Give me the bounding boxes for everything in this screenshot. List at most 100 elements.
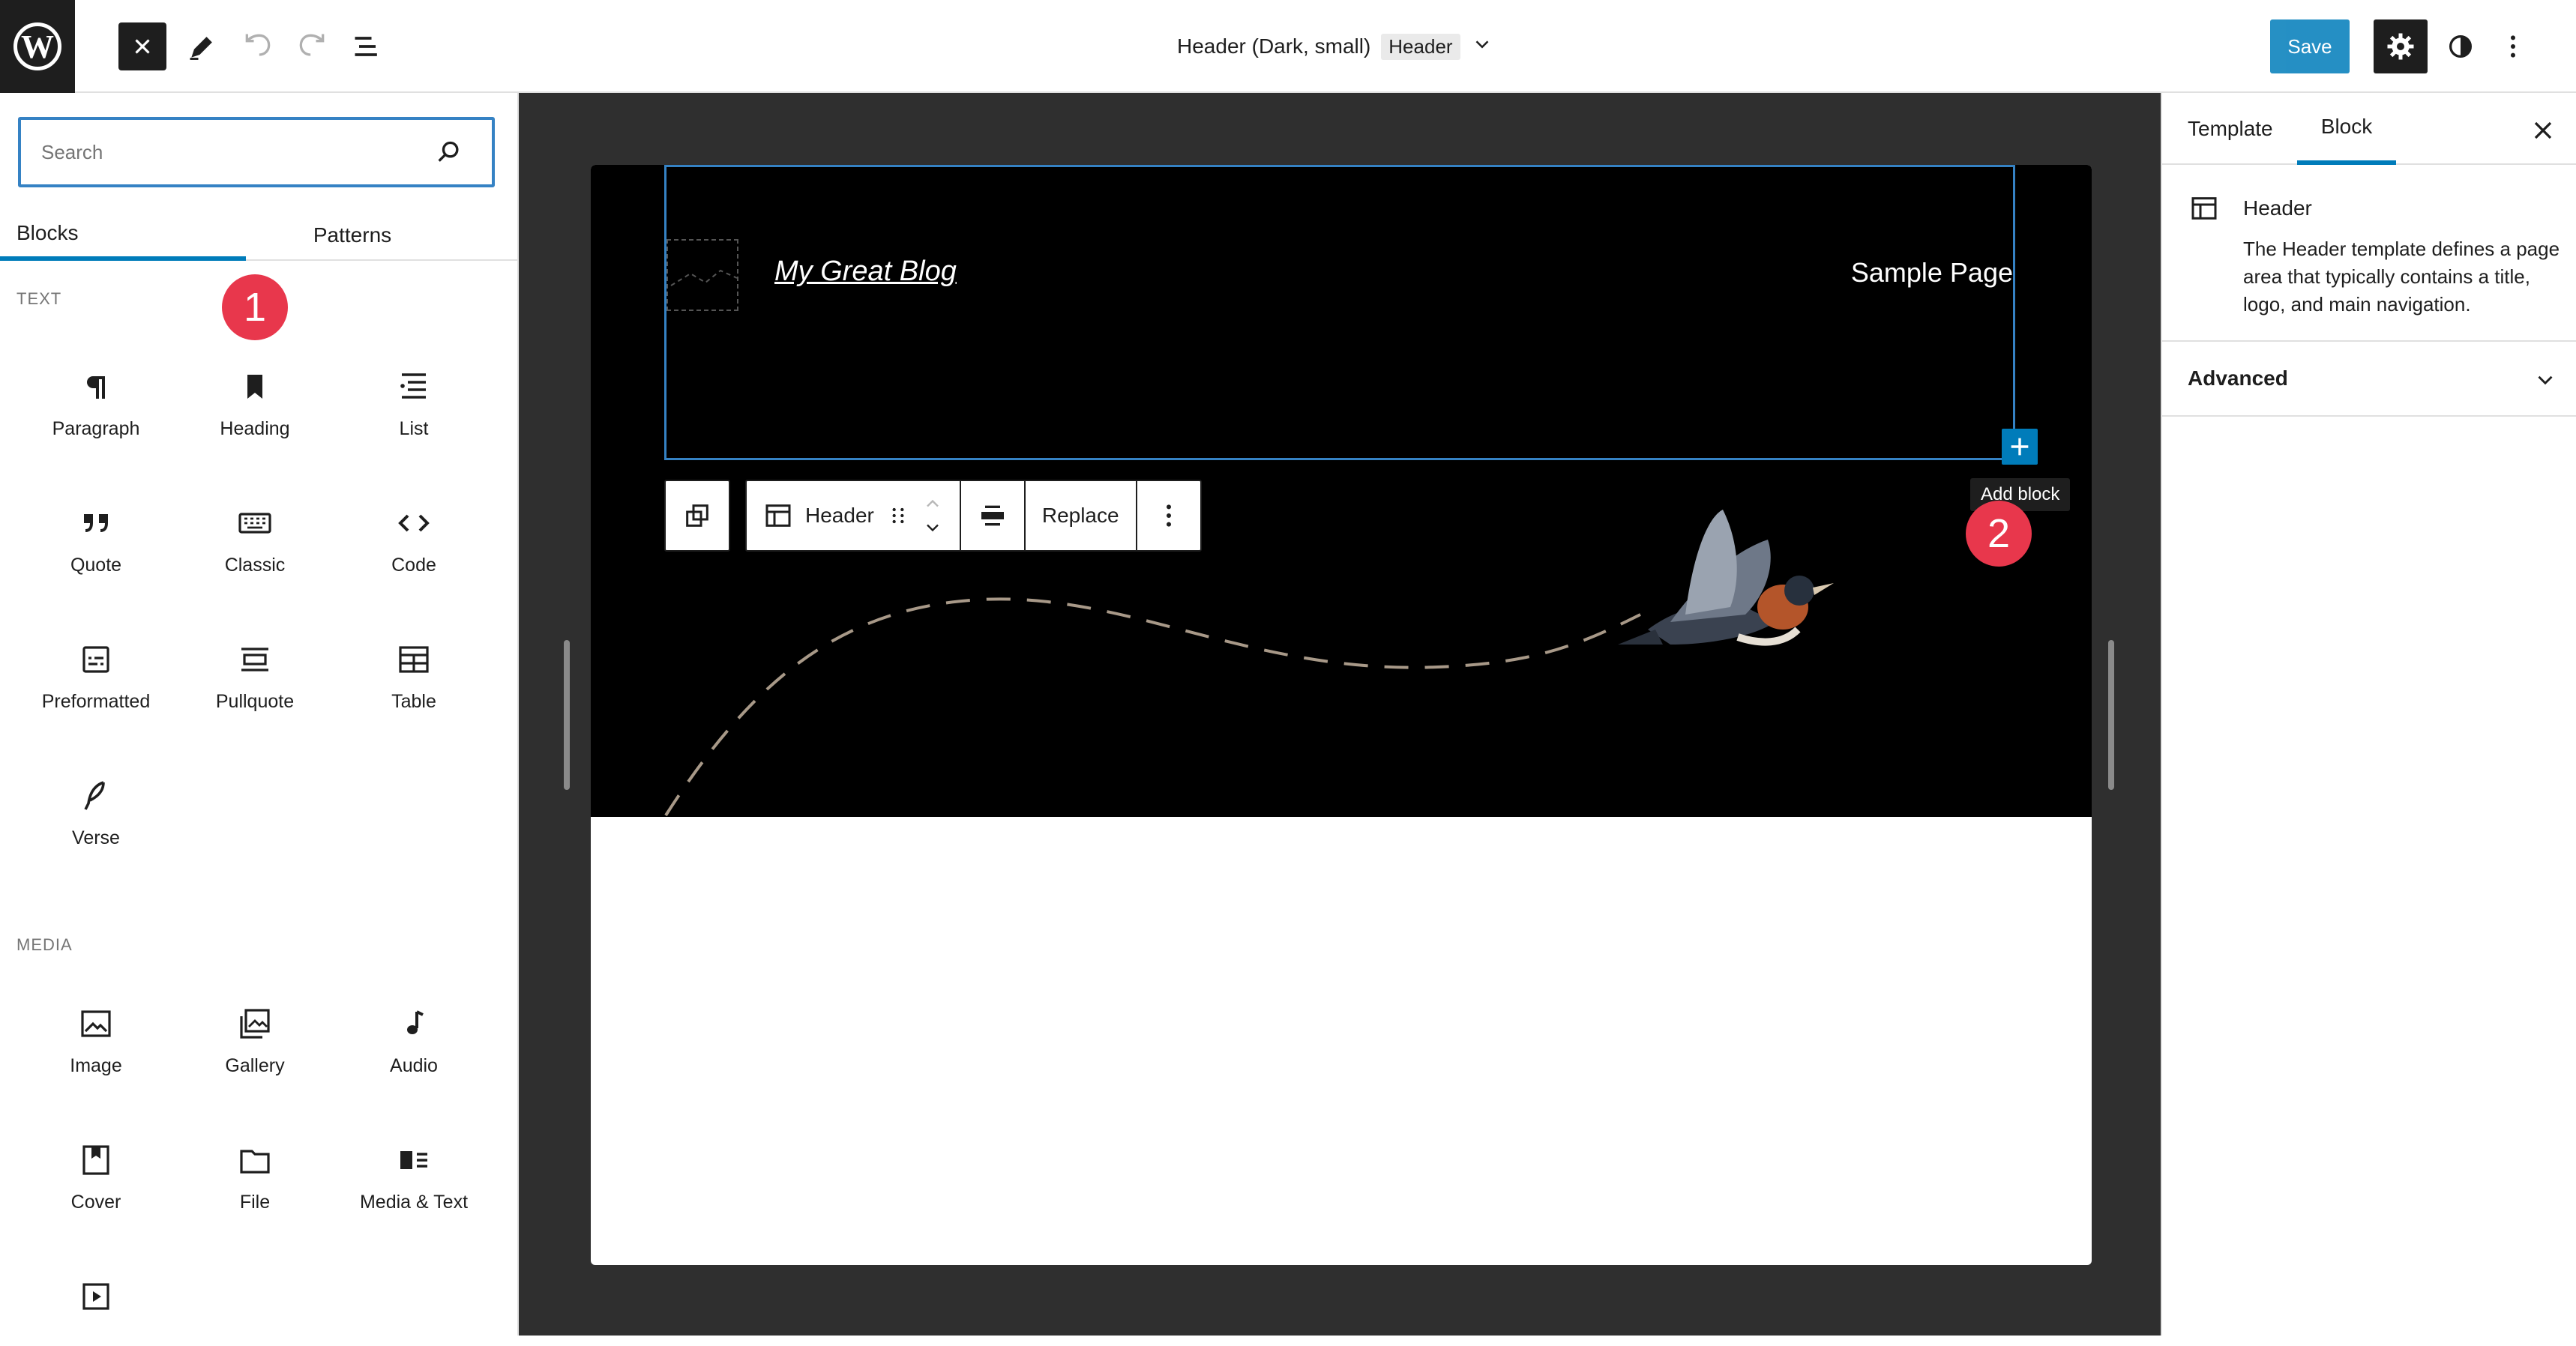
block-pullquote[interactable]: Pullquote [175,621,334,733]
block-label: Code [391,555,436,576]
cover-icon [78,1142,114,1178]
document-title-button[interactable]: Header (Dark, small) Header [1177,30,1493,63]
toolbar-group-block: Header Replace [745,480,1202,552]
block-card-description: The Header template defines a page area … [2243,235,2566,319]
add-block-button[interactable] [2002,429,2038,465]
block-paragraph[interactable]: Paragraph [16,348,175,460]
block-options-button[interactable] [1137,481,1200,550]
styles-button[interactable] [2437,22,2485,70]
select-parent-button[interactable] [666,481,729,550]
more-vertical-icon [2498,31,2528,61]
plus-icon [2007,434,2032,459]
search-field[interactable] [18,117,495,187]
align-full-icon [978,501,1008,531]
settings-tabs: Template Block [2162,93,2576,165]
list-icon [396,369,432,405]
table-icon [396,642,432,677]
block-file[interactable]: File [175,1121,334,1234]
block-label: Classic [225,555,286,576]
block-image[interactable]: Image [16,985,175,1097]
wordpress-logo-button[interactable]: W [0,0,75,93]
section-title-text: TEXT [16,289,61,309]
block-table[interactable]: Table [334,621,493,733]
redo-icon [295,30,328,63]
more-vertical-icon [1154,501,1184,531]
redo-button[interactable] [288,22,336,70]
paragraph-icon [78,369,114,405]
options-button[interactable] [2489,22,2537,70]
document-type-badge: Header [1381,34,1460,60]
close-inserter-button[interactable] [118,22,166,70]
block-media-text[interactable]: Media & Text [334,1121,493,1234]
tools-button[interactable] [178,22,226,70]
tab-template[interactable]: Template [2188,93,2273,165]
block-gallery[interactable]: Gallery [175,985,334,1097]
block-heading[interactable]: Heading [175,348,334,460]
block-label: Gallery [225,1055,284,1077]
preformatted-icon [78,642,114,677]
block-label: File [240,1192,270,1213]
block-verse[interactable]: Verse [16,757,175,869]
advanced-panel-toggle[interactable]: Advanced [2162,342,2576,417]
document-overview-button[interactable] [343,22,391,70]
replace-button[interactable]: Replace [1026,481,1137,550]
search-input[interactable] [41,119,431,185]
save-button[interactable]: Save [2270,19,2350,73]
advanced-label: Advanced [2188,366,2288,390]
section-title-media: MEDIA [16,935,73,955]
site-title[interactable]: My Great Blog [774,256,957,288]
chevron-down-icon [2533,367,2558,393]
keyboard-icon [237,505,273,541]
header-area: My Great Blog Sample Page Add block [591,165,2092,817]
logo-placeholder-icon [668,241,740,313]
annotation-badge-2: 2 [1966,501,2032,567]
block-preformatted[interactable]: Preformatted [16,621,175,733]
block-type-button[interactable]: Header [747,481,961,550]
code-icon [396,505,432,541]
close-icon[interactable] [2528,115,2558,145]
site-editor: W Header (Dark, small) Header Save [0,0,2576,1346]
file-icon [237,1142,273,1178]
undo-button[interactable] [234,22,282,70]
half-circle-contrast-icon [2446,31,2476,61]
tab-patterns[interactable]: Patterns [246,210,519,261]
selected-header-block[interactable]: My Great Blog Sample Page [664,165,2015,460]
block-cover[interactable]: Cover [16,1121,175,1234]
template-part-icon [763,501,793,531]
heading-icon [237,369,273,405]
chevron-down-icon [1471,33,1493,61]
template-part-icon [2189,193,2219,223]
annotation-badge-1: 1 [222,274,288,340]
block-label: Image [70,1055,121,1077]
resize-handle-left[interactable] [564,640,570,790]
block-mover[interactable] [922,493,943,538]
inserter-tabs: Blocks Patterns [0,210,519,261]
bird-illustration [1595,495,1835,674]
verse-icon [78,778,114,814]
block-info-card: Header The Header template defines a pag… [2162,165,2576,342]
block-video[interactable] [16,1258,175,1336]
block-audio[interactable]: Audio [334,985,493,1097]
drag-handle-icon[interactable] [886,504,910,528]
tab-block[interactable]: Block [2297,93,2396,165]
settings-sidebar: Template Block Header The Header templat… [2161,93,2576,1336]
chevron-up-icon[interactable] [922,493,943,514]
nav-link-sample-page[interactable]: Sample Page [1851,257,2013,289]
settings-button[interactable] [2374,19,2428,73]
resize-handle-right[interactable] [2108,640,2114,790]
block-label: Media & Text [360,1192,468,1213]
tab-blocks[interactable]: Blocks [0,210,246,261]
undo-icon [241,30,274,63]
close-icon [130,34,155,59]
template-preview: My Great Blog Sample Page Add block [591,165,2092,1265]
block-code[interactable]: Code [334,484,493,597]
block-toolbar-name: Header [805,504,874,528]
list-view-icon [351,30,384,63]
block-classic[interactable]: Classic [175,484,334,597]
block-quote[interactable]: Quote [16,484,175,597]
chevron-down-icon[interactable] [922,517,943,538]
block-list[interactable]: List [334,348,493,460]
site-logo-placeholder[interactable] [666,239,738,311]
alignment-button[interactable] [961,481,1026,550]
block-label: Verse [72,827,120,849]
